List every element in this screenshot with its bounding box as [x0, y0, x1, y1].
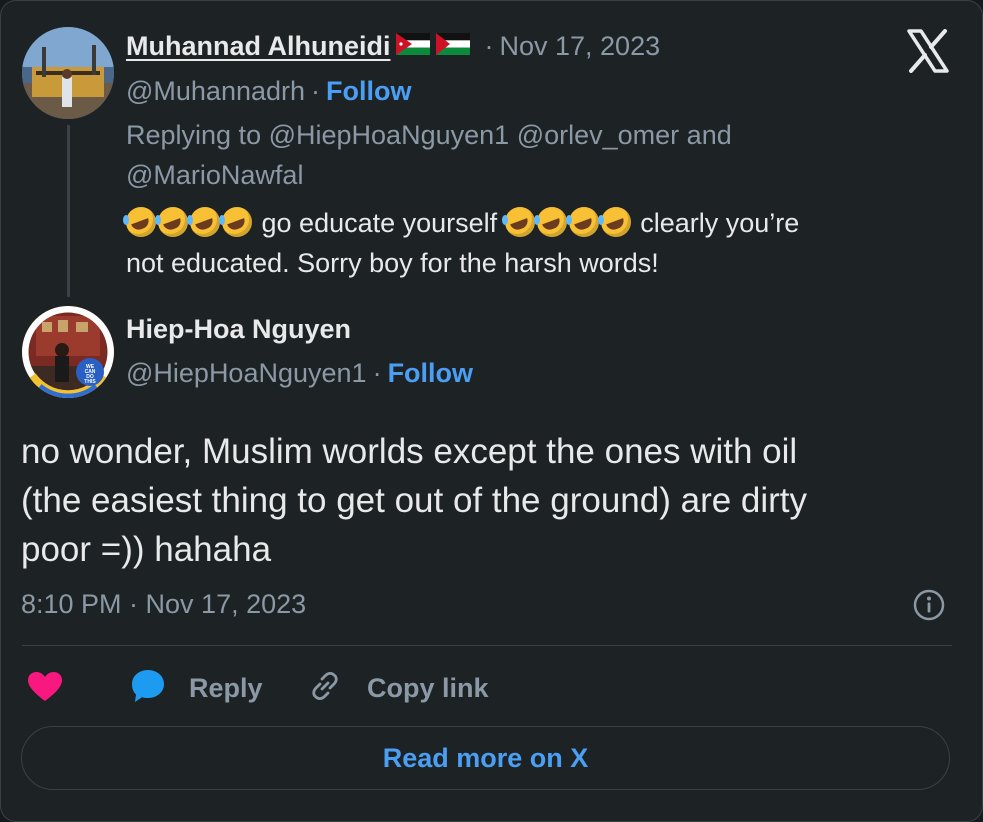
mention-link[interactable]: @HiepHoaNguyen1 [269, 120, 510, 150]
laughing-emoji-icon [219, 207, 252, 237]
main-text-line: (the easiest thing to get out of the gro… [21, 481, 808, 520]
reply-label: Reply [189, 673, 263, 703]
reply-handle[interactable]: @Muhannadrh [126, 76, 305, 107]
reply-text-part: clearly you’re [640, 208, 800, 238]
handle-separator: · [372, 358, 382, 388]
avatar[interactable] [22, 27, 114, 119]
read-more-button[interactable]: Read more on X [21, 726, 950, 790]
copy-link-label: Copy link [367, 673, 489, 703]
jordan-flag-icon [396, 33, 431, 60]
thread-line [67, 125, 70, 297]
laughing-emoji-icon [155, 207, 188, 237]
tweet-timestamp[interactable]: 8:10 PM · Nov 17, 2023 [21, 589, 306, 620]
main-text-line: no wonder, Muslim worlds except the ones… [21, 432, 798, 471]
mention-link[interactable]: @orlev_omer [517, 120, 679, 150]
replying-to-label: Replying to [126, 120, 262, 150]
divider [22, 645, 952, 646]
date-separator: · [484, 31, 494, 61]
main-text-line: poor =)) hahaha [21, 530, 272, 569]
main-tweet-text: no wonder, Muslim worlds except the ones… [21, 427, 961, 574]
laughing-emoji-icon [187, 207, 220, 237]
main-author-name[interactable]: Hiep-Hoa Nguyen [126, 314, 351, 345]
heart-icon [27, 672, 63, 707]
replying-and: and [686, 120, 732, 150]
x-logo-icon[interactable] [906, 29, 950, 73]
palestine-flag-icon [436, 33, 471, 60]
reply-button[interactable]: Reply [129, 667, 263, 710]
reply-author-name[interactable]: Muhannad Alhuneidi [126, 31, 390, 62]
laughing-emoji-icon [565, 207, 599, 237]
main-handle[interactable]: @HiepHoaNguyen1 [126, 358, 367, 389]
reply-text-part: not educated. Sorry boy for the harsh wo… [126, 248, 659, 278]
mention-link[interactable]: @MarioNawfal [126, 160, 303, 190]
avatar[interactable]: WE CAN DO THIS [22, 306, 114, 398]
like-button[interactable] [27, 671, 63, 703]
laughing-emoji-icon [123, 207, 156, 237]
reply-bubble-icon [129, 667, 167, 710]
laughing-emoji-icon [533, 207, 567, 237]
reply-text-part: go educate yourself [261, 208, 498, 238]
handle-separator: · [311, 76, 321, 106]
follow-button[interactable]: Follow [326, 76, 411, 107]
svg-text:THIS: THIS [84, 379, 96, 385]
embedded-tweet-card: Muhannad Alhuneidi · Nov 17, 2023 @Muhan… [0, 0, 983, 822]
laughing-emoji-icon [597, 207, 631, 237]
info-icon[interactable] [912, 588, 946, 622]
link-icon [307, 668, 343, 709]
reply-text: go educate yourself clearly you’re not e… [123, 203, 946, 283]
follow-button[interactable]: Follow [388, 358, 473, 389]
copy-link-button[interactable]: Copy link [307, 668, 489, 709]
laughing-emoji-icon [501, 207, 535, 237]
reply-date[interactable]: Nov 17, 2023 [499, 31, 660, 62]
